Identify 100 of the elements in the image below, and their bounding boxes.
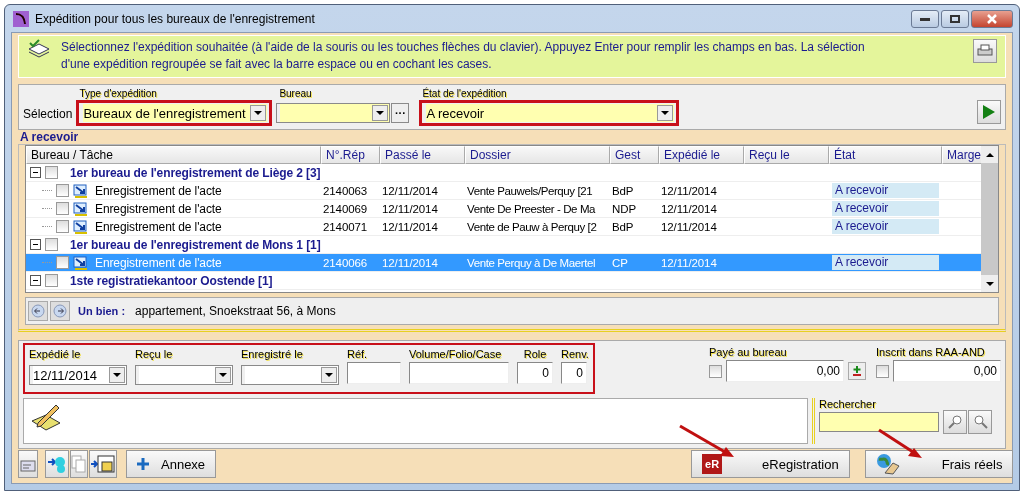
group-name: 1ste registratiekantoor Oostende [1]	[69, 273, 273, 288]
property-label: Un bien :	[78, 305, 126, 317]
dropdown[interactable]: 12/11/2014	[29, 365, 127, 385]
collapse-icon[interactable]	[30, 167, 41, 178]
dropdown[interactable]: Bureaux de l'enregistrement	[76, 100, 273, 126]
copy-icon	[71, 455, 87, 473]
table-cell-text: 12/11/2014	[381, 220, 439, 233]
input-field[interactable]: 0	[517, 362, 553, 384]
column-header[interactable]: Gest	[610, 146, 659, 164]
table-cell-text: 12/11/2014	[381, 202, 439, 215]
table-row[interactable]: Enregistrement de l'acte 2140069 12/11/2014 Vente De Preester - De Ma NDP 12/11/2014 A recevoir	[26, 200, 981, 218]
table-cell-text: BdP	[611, 184, 635, 197]
scrollbar[interactable]	[981, 146, 998, 292]
plus-minus-button[interactable]	[848, 362, 866, 380]
previous-button[interactable]	[28, 301, 48, 321]
checkbox[interactable]	[45, 166, 58, 179]
field-label: Réf.	[347, 347, 369, 362]
checkbox[interactable]	[45, 238, 58, 251]
annex-button[interactable]: Annexe	[126, 450, 217, 478]
plus-minus-icon	[852, 365, 862, 377]
table-row[interactable]: Enregistrement de l'acte 2140066 12/11/2014 Vente Perquy à De Maertel CP 12/11/2014 A recevoir	[26, 254, 981, 272]
column-header[interactable]: Dossier	[465, 146, 610, 164]
table-cell-text: Vente Perquy à De Maertel	[466, 256, 597, 269]
table-cell-text: 12/11/2014	[660, 220, 718, 233]
group-title: A recevoir	[19, 131, 80, 144]
dropdown[interactable]	[241, 365, 339, 385]
checkbox[interactable]	[45, 274, 58, 287]
status-tag: A recevoir	[832, 255, 939, 270]
selection-label: Sélection	[23, 107, 73, 121]
column-header[interactable]: Reçu le	[744, 146, 829, 164]
browse-button[interactable]: ···	[391, 103, 410, 123]
checkbox[interactable]	[56, 184, 69, 197]
eregistration-button[interactable]: eR eRegistration	[691, 450, 850, 478]
column-header[interactable]: N°.Rép	[321, 146, 380, 164]
table-cell-text: CP	[611, 256, 629, 269]
input-field[interactable]	[347, 362, 401, 384]
collapse-icon[interactable]	[30, 239, 41, 250]
maximize-icon	[950, 15, 960, 23]
minimize-button[interactable]	[911, 10, 939, 28]
column-header[interactable]: Bureau / Tâche	[26, 146, 321, 164]
field-label: Type d'expédition	[78, 88, 158, 100]
task-cell-text: Enregistrement de l'acte	[94, 219, 222, 234]
maximize-button[interactable]	[941, 10, 969, 28]
column-header[interactable]: État	[829, 146, 942, 164]
table-cell-text: Vente De Preester - De Ma	[466, 202, 597, 215]
column-header[interactable]: Passé le	[380, 146, 465, 164]
group-name: 1er bureau de l'enregistrement de Liège 2 [3]	[69, 165, 321, 180]
field-label: Reçu le	[135, 347, 174, 362]
field-label: État de l'expédition	[421, 88, 508, 100]
calculator-button[interactable]	[89, 450, 117, 478]
table-row[interactable]: Enregistrement de l'acte 2140063 12/11/2014 Vente Pauwels/Perquy [21 BdP 12/11/2014 A recevoir	[26, 182, 981, 200]
dropdown[interactable]: A recevoir	[419, 100, 680, 126]
table-row[interactable]: Enregistrement de l'acte 2140071 12/11/2014 Vente de Pauw à Perquy [2 BdP 12/11/2014 A recevoir	[26, 218, 981, 236]
play-button[interactable]	[977, 100, 1001, 124]
print-button[interactable]	[973, 39, 997, 63]
table-cell-text: 2140071	[322, 220, 369, 233]
status-tag: A recevoir	[832, 219, 939, 234]
collapse-icon[interactable]	[30, 275, 41, 286]
actual-costs-button[interactable]: Frais réels	[864, 450, 1014, 478]
find-next-button[interactable]	[968, 410, 992, 434]
table-cell-text: 12/11/2014	[660, 184, 718, 197]
dropdown[interactable]	[135, 365, 233, 385]
search-field[interactable]	[819, 412, 939, 432]
amount-field[interactable]: 0,00	[726, 360, 844, 382]
minimize-icon	[920, 17, 930, 21]
input-field[interactable]: 0	[561, 362, 587, 384]
find-previous-button[interactable]	[943, 410, 967, 434]
field-label: Inscrit dans RAA-AND	[876, 345, 985, 360]
input-field[interactable]	[409, 362, 509, 384]
checkbox[interactable]	[56, 256, 69, 269]
field-label: Enregistré le	[241, 347, 304, 362]
checkbox[interactable]	[876, 364, 889, 378]
status-tag: A recevoir	[832, 183, 939, 198]
table-cell-text: Vente Pauwels/Perquy [21	[466, 184, 594, 197]
checkbox[interactable]	[56, 202, 69, 215]
table-cell-text: NDP	[611, 202, 637, 215]
column-header[interactable]: Expédié le	[659, 146, 744, 164]
down-arrow-icon	[985, 281, 994, 286]
field-label: Bureau	[278, 88, 313, 100]
up-arrow-icon	[985, 152, 994, 157]
properties-button[interactable]	[18, 450, 38, 478]
task-cell-text: Enregistrement de l'acte	[94, 201, 222, 216]
table-cell-text: BdP	[611, 220, 635, 233]
printer-icon	[977, 44, 993, 58]
column-header[interactable]: Marge	[942, 146, 981, 164]
notes-area[interactable]	[23, 398, 808, 444]
caret-icon	[325, 373, 333, 377]
amount-field[interactable]: 0,00	[893, 360, 1001, 382]
next-button[interactable]	[50, 301, 70, 321]
import-button[interactable]	[45, 450, 69, 478]
plus-icon	[137, 458, 149, 470]
group-name: 1er bureau de l'enregistrement de Mons 1 [1]	[69, 237, 321, 252]
dropdown[interactable]	[276, 103, 391, 123]
checkbox[interactable]	[56, 220, 69, 233]
table-cell-text: Vente de Pauw à Perquy [2	[466, 220, 598, 233]
checkbox[interactable]	[709, 364, 722, 378]
table-cell-text: 12/11/2014	[381, 256, 439, 269]
close-button[interactable]	[971, 10, 1013, 28]
field-label: Expédié le	[29, 347, 82, 362]
logo: eR	[702, 454, 723, 474]
